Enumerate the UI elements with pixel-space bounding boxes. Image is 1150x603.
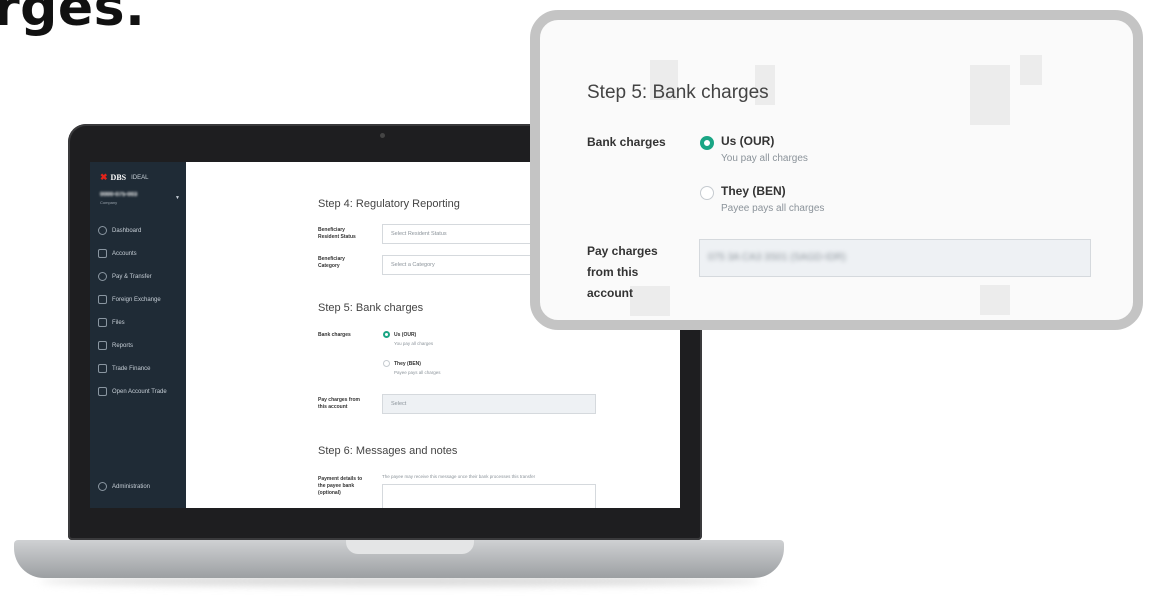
admin-icon: [98, 482, 107, 491]
step5-title: Step 5: Bank charges: [318, 302, 424, 314]
radio-ben[interactable]: [383, 360, 390, 367]
zoom-step5-title: Step 5: Bank charges: [587, 82, 769, 103]
zoom-option-ben-sub: Payee pays all charges: [721, 203, 825, 214]
zoom-pay-charges-field[interactable]: 075 3A CA3 3S01 (SAGD-IDR): [699, 239, 1091, 277]
zoom-radio-ben[interactable]: [700, 186, 714, 200]
sidebar: ✖ DBS IDEAL 0000-075-003 Company ▼ Dashb…: [90, 162, 186, 508]
files-icon: [98, 318, 107, 327]
payment-details-hint: The payee may receive this message once …: [382, 474, 536, 479]
account-switcher[interactable]: 0000-075-003 Company ▼: [100, 192, 180, 205]
zoom-option-ben: They (BEN): [721, 184, 786, 198]
pay-transfer-icon: [98, 272, 107, 281]
sidebar-item-trade-finance[interactable]: Trade Finance: [98, 364, 150, 373]
payment-details-label: Payment details to the payee bank (optio…: [318, 476, 363, 496]
pay-charges-from-label: Pay charges from this account: [318, 397, 360, 410]
sidebar-item-pay-transfer[interactable]: Pay & Transfer: [98, 272, 152, 281]
dbs-logo-icon: ✖: [100, 172, 108, 182]
sidebar-item-dashboard[interactable]: Dashboard: [98, 226, 141, 235]
bg-shape: [970, 65, 1010, 125]
home-icon: [98, 226, 107, 235]
beneficiary-category-label: Beneficiary Category: [318, 256, 345, 269]
sidebar-item-foreign-exchange[interactable]: Foreign Exchange: [98, 295, 161, 304]
bg-shape: [1020, 55, 1042, 85]
zoom-callout: Step 5: Bank charges Bank charges Us (OU…: [530, 10, 1143, 330]
chevron-down-icon: ▼: [175, 195, 180, 201]
zoom-option-our-sub: You pay all charges: [721, 153, 808, 164]
bg-shape: [980, 285, 1010, 315]
step6-title: Step 6: Messages and notes: [318, 445, 458, 457]
resident-status-label: Beneficiary Resident Status: [318, 227, 356, 240]
sidebar-item-files[interactable]: Files: [98, 318, 125, 327]
foreign-exchange-icon: [98, 295, 107, 304]
sidebar-item-reports[interactable]: Reports: [98, 341, 133, 350]
open-account-trade-icon: [98, 387, 107, 396]
camera: [380, 133, 385, 138]
accounts-icon: [98, 249, 107, 258]
beneficiary-category-select[interactable]: Select a Category: [382, 255, 532, 275]
sidebar-item-administration[interactable]: Administration: [98, 482, 150, 491]
laptop-base: [14, 540, 784, 578]
bank-charges-label: Bank charges: [318, 332, 351, 338]
zoom-pay-charges-value: 075 3A CA3 3S01 (SAGD-IDR): [708, 252, 846, 263]
dbs-logo: ✖ DBS IDEAL: [100, 172, 149, 182]
zoom-option-our: Us (OUR): [721, 134, 775, 148]
resident-status-select[interactable]: Select Resident Status: [382, 224, 532, 244]
sidebar-item-accounts[interactable]: Accounts: [98, 249, 137, 258]
payment-details-textarea[interactable]: [382, 484, 596, 508]
sidebar-item-open-account-trade[interactable]: Open Account Trade: [98, 387, 167, 396]
laptop-notch: [346, 540, 474, 554]
trade-finance-icon: [98, 364, 107, 373]
zoom-bank-charges-label: Bank charges: [587, 135, 666, 149]
zoom-pay-charges-label: Pay charges from this account: [587, 244, 658, 300]
reports-icon: [98, 341, 107, 350]
pay-charges-from-select[interactable]: Select: [382, 394, 596, 414]
hero-title: rges.: [0, 0, 146, 38]
zoom-radio-our[interactable]: [700, 136, 714, 150]
step4-title: Step 4: Regulatory Reporting: [318, 198, 460, 210]
radio-our[interactable]: [383, 331, 390, 338]
